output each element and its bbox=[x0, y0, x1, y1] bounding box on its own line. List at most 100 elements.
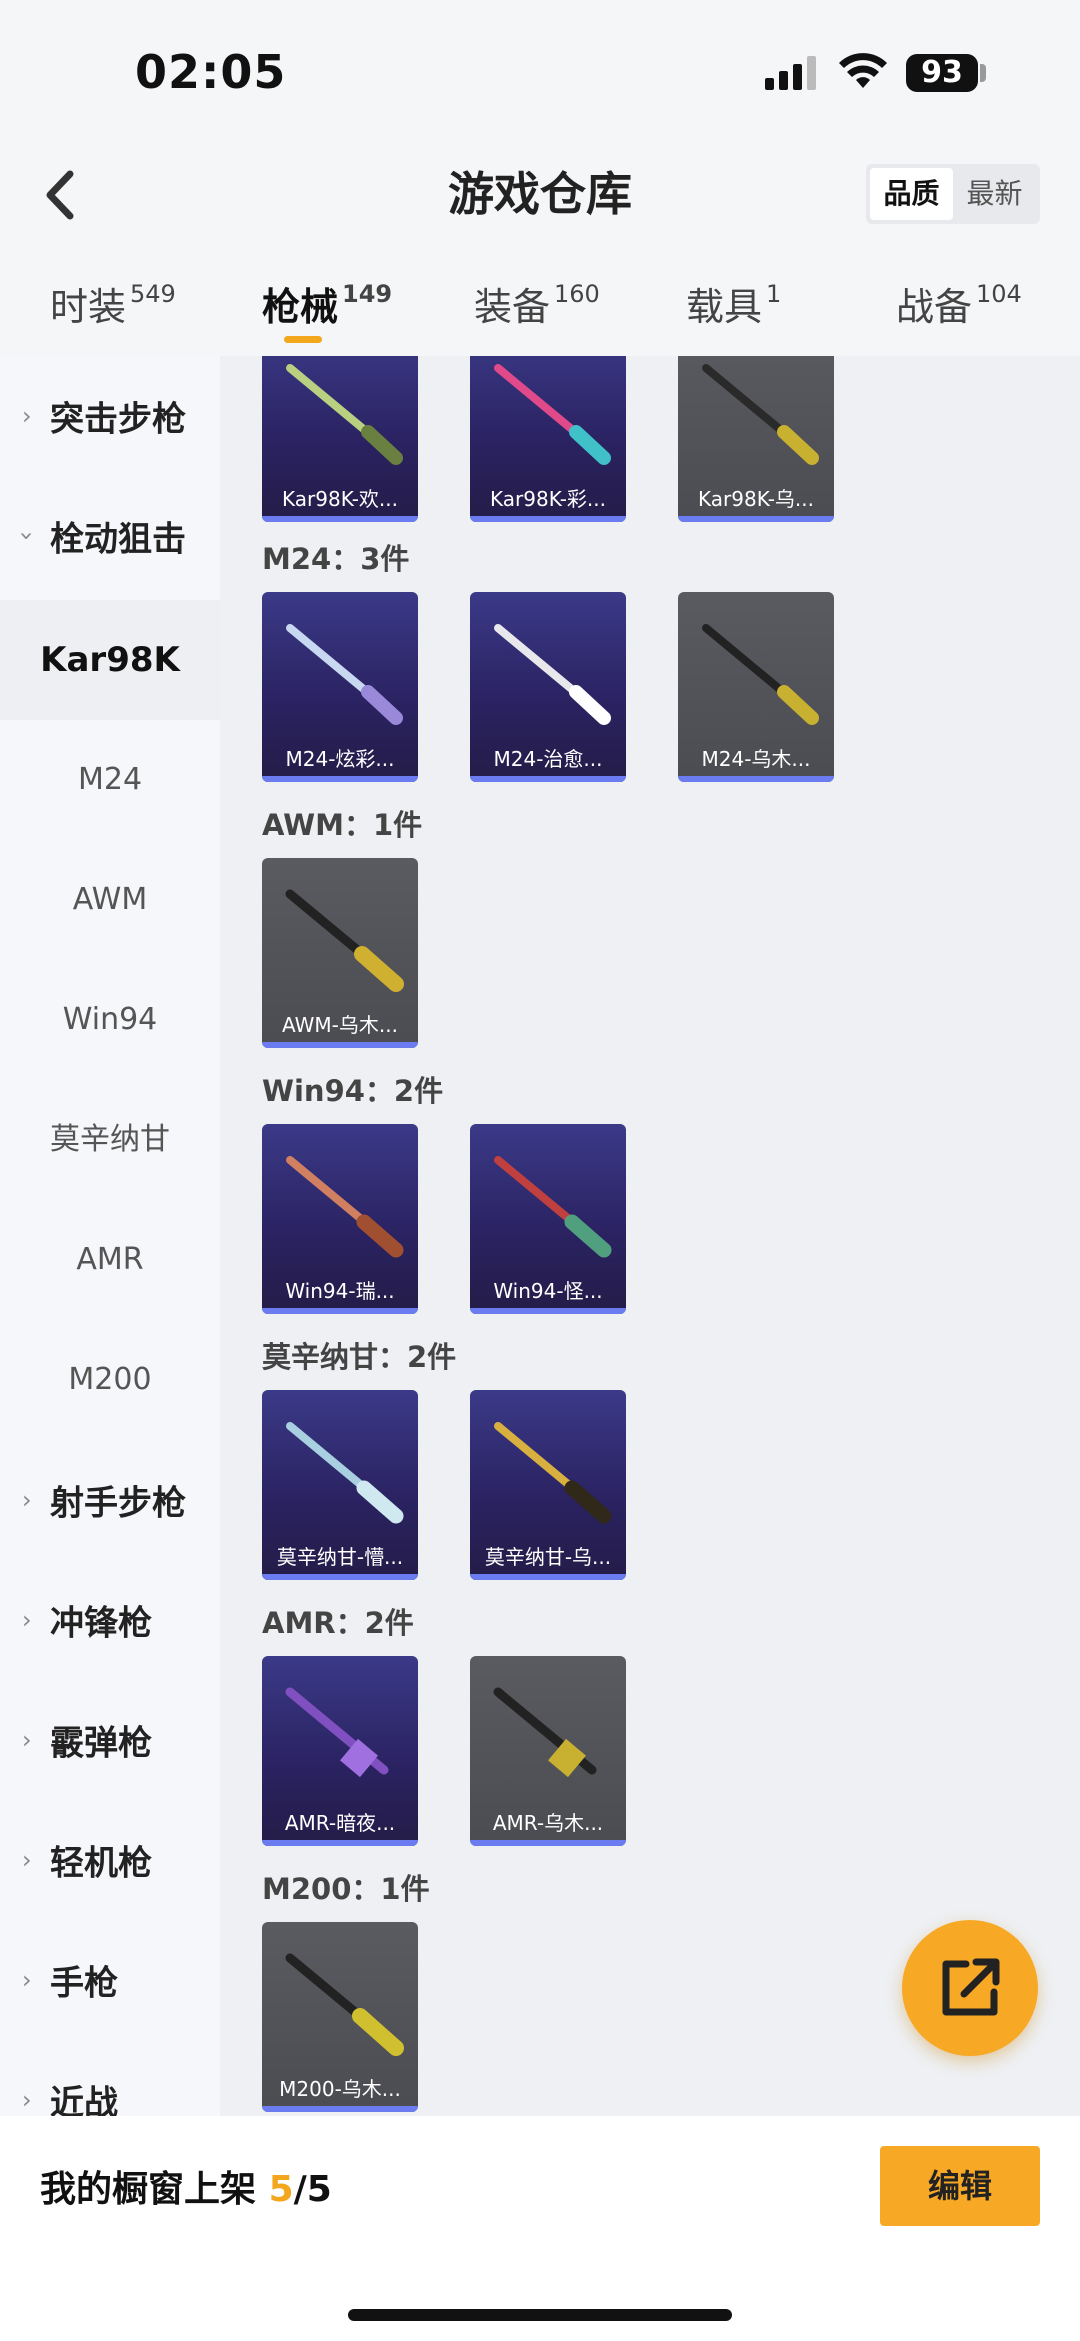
sidebar-item-assault-rifles[interactable]: › 突击步枪 bbox=[0, 356, 220, 476]
tab-guns[interactable]: 枪械 149 bbox=[262, 276, 392, 331]
sidebar-item-label: 栓动狙击 bbox=[50, 519, 186, 560]
item-name: M24-治愈... bbox=[493, 747, 603, 771]
sidebar-sub-m24[interactable]: M24 bbox=[0, 720, 220, 840]
quality-bar bbox=[470, 1574, 626, 1580]
rifle-icon bbox=[493, 1687, 597, 1778]
sidebar-item-label: 手枪 bbox=[50, 1963, 118, 2004]
sidebar-item-bolt-action[interactable]: › 栓动狙击 bbox=[0, 476, 220, 596]
showcase-bar: 我的橱窗上架 5/5 编辑 bbox=[0, 2116, 1080, 2341]
rifle-icon bbox=[286, 364, 403, 465]
quality-bar bbox=[262, 2106, 418, 2112]
quality-bar bbox=[470, 776, 626, 782]
item-name: Kar98K-彩... bbox=[490, 487, 606, 511]
sidebar-item-pistols[interactable]: › 手枪 bbox=[0, 1920, 220, 2040]
item-card[interactable]: Win94-瑞... bbox=[262, 1124, 418, 1314]
sidebar-item-lmg[interactable]: › 轻机枪 bbox=[0, 1800, 220, 1920]
item-name: Kar98K-乌... bbox=[698, 487, 814, 511]
rifle-icon bbox=[285, 889, 404, 992]
tab-equipment[interactable]: 装备 160 bbox=[474, 276, 600, 331]
quality-bar bbox=[262, 776, 418, 782]
item-name: 莫辛纳甘-乌... bbox=[484, 1545, 612, 1569]
item-card[interactable]: Win94-怪... bbox=[470, 1124, 626, 1314]
item-card[interactable]: Kar98K-乌... bbox=[678, 356, 834, 522]
showcase-total: /5 bbox=[293, 2169, 332, 2210]
group-label-amr: AMR：2件 bbox=[262, 1606, 414, 1640]
status-bar: 02:05 93 bbox=[0, 0, 1080, 140]
rifle-icon bbox=[286, 1156, 404, 1258]
share-button[interactable] bbox=[902, 1920, 1038, 2056]
rifle-icon bbox=[494, 1422, 612, 1524]
sidebar-sub-win94[interactable]: Win94 bbox=[0, 960, 220, 1080]
sidebar-sub-awm[interactable]: AWM bbox=[0, 840, 220, 960]
sidebar-sub-m200[interactable]: M200 bbox=[0, 1320, 220, 1440]
chevron-right-icon: › bbox=[22, 2086, 32, 2114]
sidebar-sub-amr[interactable]: AMR bbox=[0, 1200, 220, 1320]
item-card[interactable]: AMR-乌木... bbox=[470, 1656, 626, 1846]
item-card[interactable]: M24-乌木... bbox=[678, 592, 834, 782]
chevron-right-icon: › bbox=[22, 1726, 32, 1754]
chevron-right-icon: › bbox=[22, 402, 32, 430]
quality-bar bbox=[262, 1042, 418, 1048]
quality-bar bbox=[262, 1308, 418, 1314]
sidebar-sub-kar98k[interactable]: Kar98K bbox=[0, 600, 220, 720]
tab-supplies[interactable]: 战备 104 bbox=[896, 276, 1022, 331]
item-card[interactable]: Kar98K-欢... bbox=[262, 356, 418, 522]
sort-quality-button[interactable]: 品质 bbox=[870, 168, 953, 220]
item-name: M200-乌木... bbox=[279, 2077, 401, 2101]
quality-bar bbox=[470, 516, 626, 522]
header: 游戏仓库 品质 最新 bbox=[0, 140, 1080, 250]
item-card[interactable]: M24-治愈... bbox=[470, 592, 626, 782]
sidebar-item-label: 轻机枪 bbox=[50, 1843, 152, 1884]
rifle-icon bbox=[494, 364, 611, 465]
item-name: M24-乌木... bbox=[701, 747, 811, 771]
rifle-icon bbox=[286, 1422, 404, 1524]
sort-newest-button[interactable]: 最新 bbox=[953, 168, 1036, 220]
rifle-icon bbox=[494, 624, 611, 725]
item-name: AMR-乌木... bbox=[492, 1811, 604, 1835]
item-name: Win94-瑞... bbox=[285, 1279, 395, 1303]
item-card[interactable]: M200-乌木... bbox=[262, 1922, 418, 2112]
showcase-prefix: 我的橱窗上架 bbox=[40, 2169, 257, 2210]
showcase-count: 5 bbox=[268, 2169, 294, 2210]
showcase-label: 我的橱窗上架 5/5 bbox=[40, 2160, 332, 2212]
tab-fashion[interactable]: 时装 549 bbox=[50, 276, 176, 331]
sidebar-item-smg[interactable]: › 冲锋枪 bbox=[0, 1560, 220, 1680]
item-name: M24-炫彩... bbox=[285, 747, 395, 771]
sidebar-item-label: 霰弹枪 bbox=[50, 1723, 152, 1764]
battery-indicator: 93 bbox=[906, 54, 978, 92]
item-card[interactable]: AMR-暗夜... bbox=[262, 1656, 418, 1846]
item-name: 莫辛纳甘-懵... bbox=[276, 1545, 404, 1569]
chevron-right-icon: › bbox=[22, 1486, 32, 1514]
group-label-m200: M200：1件 bbox=[262, 1872, 430, 1906]
sidebar-item-label: 射手步枪 bbox=[50, 1483, 186, 1524]
item-card[interactable]: Kar98K-彩... bbox=[470, 356, 626, 522]
item-name: AMR-暗夜... bbox=[284, 1811, 396, 1835]
tab-vehicles[interactable]: 载具 1 bbox=[686, 276, 781, 331]
category-tabs: 时装 549 枪械 149 装备 160 载具 1 战备 104 bbox=[0, 256, 1080, 356]
group-label-win94: Win94：2件 bbox=[262, 1074, 444, 1108]
item-card[interactable]: AWM-乌木... bbox=[262, 858, 418, 1048]
chevron-right-icon: › bbox=[22, 1846, 32, 1874]
quality-bar bbox=[262, 516, 418, 522]
chevron-right-icon: › bbox=[22, 1606, 32, 1634]
sidebar-sub-mosin[interactable]: 莫辛纳甘 bbox=[0, 1080, 220, 1200]
item-name: AWM-乌木... bbox=[282, 1013, 398, 1037]
sidebar-item-melee[interactable]: › 近战 bbox=[0, 2040, 220, 2117]
item-card[interactable]: M24-炫彩... bbox=[262, 592, 418, 782]
rifle-icon bbox=[285, 1953, 404, 2056]
sidebar-item-marksman-rifles[interactable]: › 射手步枪 bbox=[0, 1440, 220, 1560]
item-card[interactable]: 莫辛纳甘-懵... bbox=[262, 1390, 418, 1580]
cellular-signal-icon bbox=[765, 56, 816, 90]
item-card[interactable]: 莫辛纳甘-乌... bbox=[470, 1390, 626, 1580]
sidebar-item-shotguns[interactable]: › 霰弹枪 bbox=[0, 1680, 220, 1800]
sort-toggle: 品质 最新 bbox=[866, 164, 1040, 224]
rifle-icon bbox=[702, 624, 819, 725]
share-icon bbox=[942, 1958, 1000, 2016]
active-tab-indicator bbox=[284, 336, 322, 343]
sidebar-item-label: 近战 bbox=[50, 2083, 118, 2117]
home-indicator bbox=[348, 2309, 732, 2321]
quality-bar bbox=[470, 1840, 626, 1846]
edit-button[interactable]: 编辑 bbox=[880, 2146, 1040, 2226]
rifle-icon bbox=[702, 364, 819, 465]
sidebar-item-label: 冲锋枪 bbox=[50, 1603, 152, 1644]
